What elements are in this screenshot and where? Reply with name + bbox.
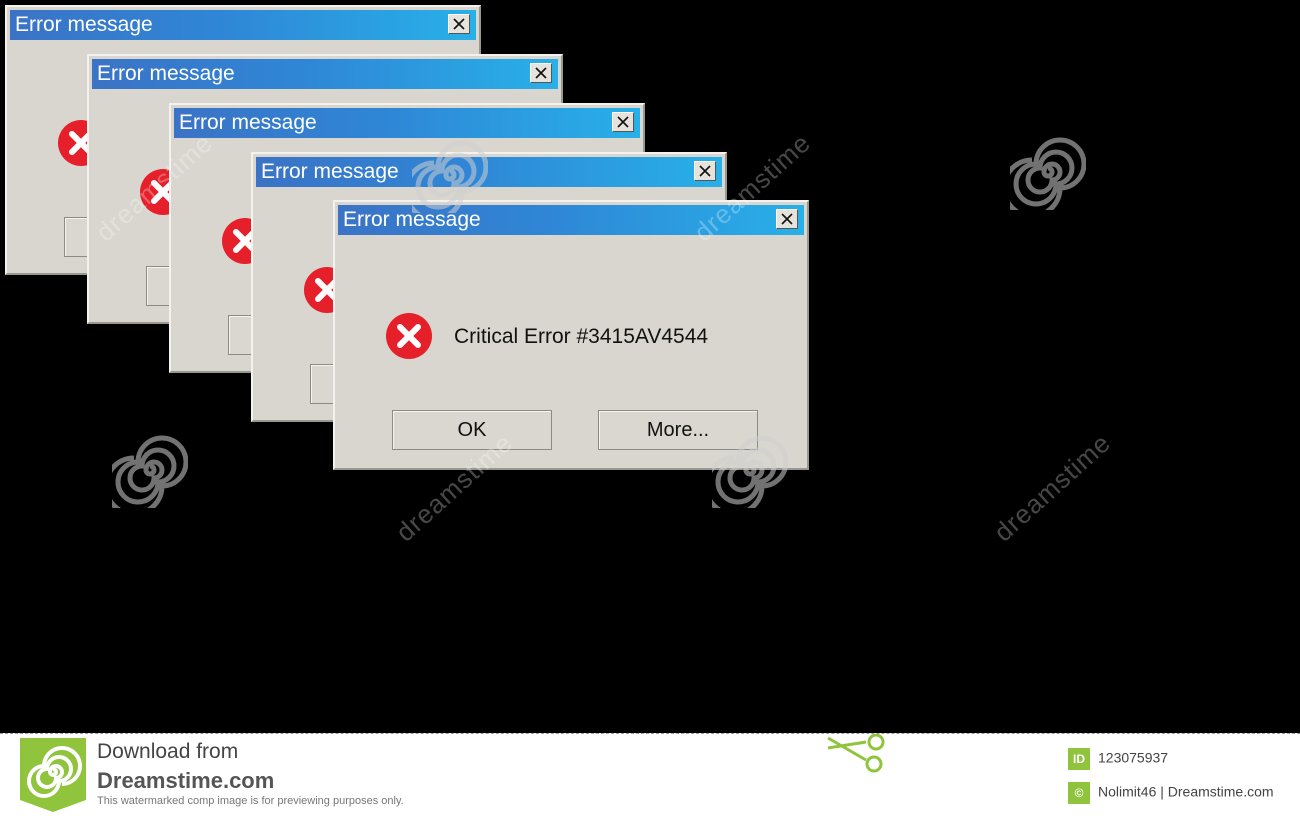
watermark-text: dreamstime <box>988 427 1117 548</box>
dreamstime-logo-icon <box>20 738 86 812</box>
image-id: 123075937 <box>1098 749 1169 766</box>
dialog-titlebar[interactable]: Error message <box>256 157 722 187</box>
dialog-titlebar[interactable]: Error message <box>92 59 558 89</box>
close-button[interactable] <box>612 112 634 132</box>
error-message: Critical Error #3415AV4544 <box>454 325 709 348</box>
close-icon <box>617 116 629 128</box>
close-button[interactable] <box>530 63 552 83</box>
close-icon <box>535 67 547 79</box>
ok-button[interactable]: OK <box>392 410 552 450</box>
close-icon <box>453 18 465 30</box>
close-button[interactable] <box>776 209 798 229</box>
dreamstime-link[interactable]: Dreamstime.com <box>97 768 274 794</box>
credit-text: Nolimit46 | Dreamstime.com <box>1098 783 1274 800</box>
dialog-titlebar[interactable]: Error message <box>10 10 476 40</box>
spiral-watermark-icon <box>1010 137 1086 210</box>
spiral-watermark-icon <box>112 435 188 508</box>
download-from-text: Download from <box>97 740 239 763</box>
dialog-title: Error message <box>15 13 153 36</box>
credit-row: © Nolimit46 | Dreamstime.com <box>1068 782 1274 804</box>
spiral-watermark-icon <box>712 435 788 508</box>
download-footer: Download from Dreamstime.com This waterm… <box>0 733 1300 821</box>
close-button[interactable] <box>448 14 470 34</box>
close-button[interactable] <box>694 161 716 181</box>
close-icon <box>699 165 711 177</box>
desktop-background: Error message Error message Error messag… <box>0 0 1300 733</box>
error-icon <box>386 313 432 359</box>
spiral-watermark-icon <box>412 140 488 213</box>
error-dialog-front: Error message Critical Error #3415AV4544… <box>333 200 809 470</box>
dialog-title: Error message <box>261 160 399 183</box>
scissors-icon <box>827 734 885 773</box>
dialog-titlebar[interactable]: Error message <box>174 108 640 138</box>
copyright-icon: © <box>1068 782 1090 804</box>
id-badge-icon: ID <box>1068 748 1090 770</box>
dialog-title: Error message <box>97 62 235 85</box>
image-id-row: ID 123075937 <box>1068 748 1168 770</box>
close-icon <box>781 213 793 225</box>
preview-notice: This watermarked comp image is for previ… <box>97 795 404 807</box>
